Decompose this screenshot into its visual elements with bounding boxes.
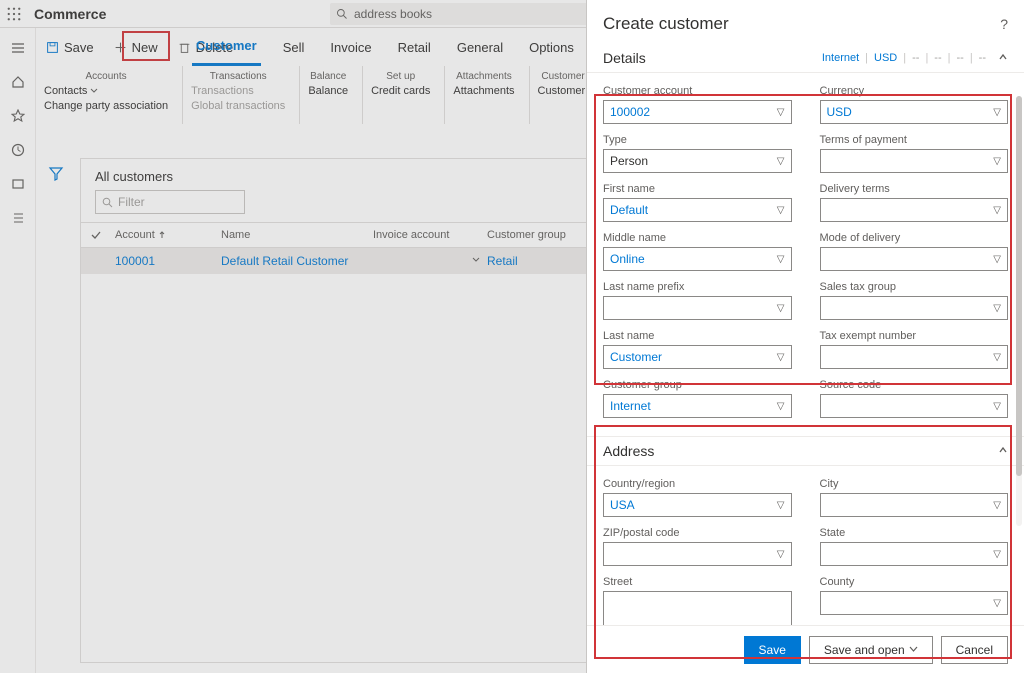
contacts-link[interactable]: Contacts xyxy=(44,85,168,97)
search-input-value: address books xyxy=(354,7,432,21)
panel-body: Customer account100002▽ TypePerson▽ Firs… xyxy=(587,73,1024,625)
customer-group-field[interactable]: Internet▽ xyxy=(603,394,792,418)
mode-delivery-field[interactable]: ▽ xyxy=(820,247,1009,271)
col-account[interactable]: Account xyxy=(111,229,221,241)
details-section-head[interactable]: Details Internet| USD| --| --| --| -- xyxy=(587,44,1024,73)
filter-funnel-icon[interactable] xyxy=(48,166,64,185)
delivery-terms-field[interactable]: ▽ xyxy=(820,198,1009,222)
scrollbar-thumb[interactable] xyxy=(1016,96,1022,476)
tab-sell[interactable]: Sell xyxy=(279,28,309,66)
currency-field[interactable]: USD▽ xyxy=(820,100,1009,124)
app-launcher-icon[interactable] xyxy=(0,0,28,28)
country-field[interactable]: USA▽ xyxy=(603,493,792,517)
cell-invoice xyxy=(373,254,487,268)
global-search[interactable]: address books xyxy=(330,3,590,25)
type-field[interactable]: Person▽ xyxy=(603,149,792,173)
cell-group[interactable]: Retail xyxy=(487,254,587,268)
address-section-head[interactable]: Address xyxy=(587,436,1024,466)
page-tabs: Customer Sell Invoice Retail General Opt… xyxy=(192,28,619,66)
cancel-button[interactable]: Cancel xyxy=(941,636,1008,664)
county-field[interactable]: ▽ xyxy=(820,591,1009,615)
tab-retail[interactable]: Retail xyxy=(394,28,435,66)
col-name[interactable]: Name xyxy=(221,229,373,241)
change-party-link[interactable]: Change party association xyxy=(44,100,168,112)
city-field[interactable]: ▽ xyxy=(820,493,1009,517)
hamburger-icon[interactable] xyxy=(8,38,28,58)
create-customer-panel: Create customer ? Details Internet| USD|… xyxy=(586,0,1024,673)
chevron-up-icon[interactable] xyxy=(998,52,1008,65)
tab-invoice[interactable]: Invoice xyxy=(326,28,375,66)
cell-account[interactable]: 100001 xyxy=(111,254,221,268)
tab-options[interactable]: Options xyxy=(525,28,578,66)
tab-customer[interactable]: Customer xyxy=(192,28,261,66)
state-field[interactable]: ▽ xyxy=(820,542,1009,566)
first-name-field[interactable]: Default▽ xyxy=(603,198,792,222)
chevron-up-icon[interactable] xyxy=(998,444,1008,458)
left-rail xyxy=(0,28,36,673)
customer-account-field[interactable]: 100002▽ xyxy=(603,100,792,124)
new-button-highlight xyxy=(122,31,170,61)
panel-title: Create customer xyxy=(603,14,729,34)
tax-exempt-field[interactable]: ▽ xyxy=(820,345,1009,369)
panel-footer: Save Save and open Cancel xyxy=(587,625,1024,673)
source-code-field[interactable]: ▽ xyxy=(820,394,1009,418)
street-field[interactable] xyxy=(603,591,792,625)
zip-field[interactable]: ▽ xyxy=(603,542,792,566)
help-icon[interactable]: ? xyxy=(1000,16,1008,32)
terms-payment-field[interactable]: ▽ xyxy=(820,149,1009,173)
middle-name-field[interactable]: Online▽ xyxy=(603,247,792,271)
save-and-open-button[interactable]: Save and open xyxy=(809,636,933,664)
filter-input[interactable]: Filter xyxy=(95,190,245,214)
sales-tax-field[interactable]: ▽ xyxy=(820,296,1009,320)
tab-general[interactable]: General xyxy=(453,28,507,66)
module-icon[interactable] xyxy=(8,174,28,194)
last-name-prefix-field[interactable]: ▽ xyxy=(603,296,792,320)
home-icon[interactable] xyxy=(8,72,28,92)
cell-name[interactable]: Default Retail Customer xyxy=(221,254,373,268)
star-icon[interactable] xyxy=(8,106,28,126)
col-group[interactable]: Customer group xyxy=(487,229,587,241)
clock-icon[interactable] xyxy=(8,140,28,160)
col-invoice[interactable]: Invoice account xyxy=(373,229,487,241)
brand-title: Commerce xyxy=(34,6,106,22)
save-button[interactable]: Save xyxy=(36,32,104,62)
last-name-field[interactable]: Customer▽ xyxy=(603,345,792,369)
save-button[interactable]: Save xyxy=(744,636,801,664)
list-icon[interactable] xyxy=(8,208,28,228)
